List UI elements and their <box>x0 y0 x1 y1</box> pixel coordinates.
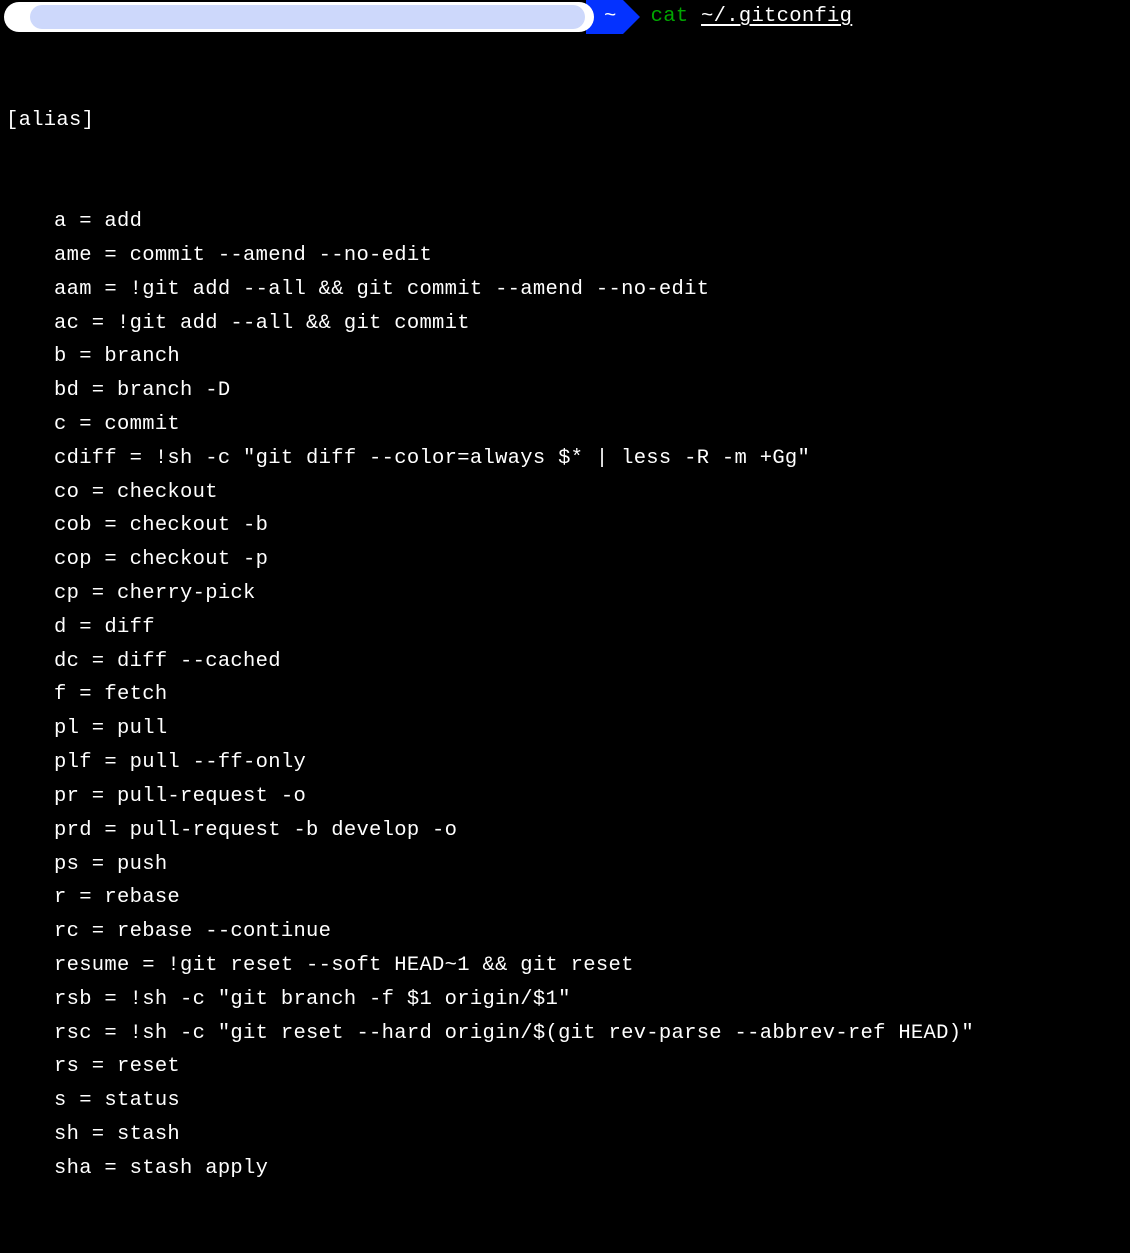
alias-line: cob = checkout -b <box>6 509 1130 543</box>
alias-line: bd = branch -D <box>6 374 1130 408</box>
alias-line: cdiff = !sh -c "git diff --color=always … <box>6 442 1130 476</box>
prompt-cwd: ~ <box>604 0 617 34</box>
alias-line: sh = stash <box>6 1118 1130 1152</box>
alias-line: pr = pull-request -o <box>6 780 1130 814</box>
alias-line: f = fetch <box>6 678 1130 712</box>
alias-line: resume = !git reset --soft HEAD~1 && git… <box>6 949 1130 983</box>
alias-line: cp = cherry-pick <box>6 577 1130 611</box>
alias-line: aam = !git add --all && git commit --ame… <box>6 273 1130 307</box>
alias-line: rs = reset <box>6 1050 1130 1084</box>
alias-line: rc = rebase --continue <box>6 915 1130 949</box>
command-argument: ~/.gitconfig <box>701 5 852 28</box>
terminal-window[interactable]: ~ cat ~/.gitconfig [alias] a = addame = … <box>0 0 1130 1253</box>
alias-line: d = diff <box>6 611 1130 645</box>
alias-line: co = checkout <box>6 476 1130 510</box>
alias-line: ps = push <box>6 848 1130 882</box>
alias-line: rsc = !sh -c "git reset --hard origin/$(… <box>6 1017 1130 1051</box>
alias-line: r = rebase <box>6 881 1130 915</box>
alias-line: cop = checkout -p <box>6 543 1130 577</box>
alias-line: prd = pull-request -b develop -o <box>6 814 1130 848</box>
command-entry[interactable]: cat ~/.gitconfig <box>651 0 853 34</box>
terminal-output[interactable]: [alias] a = addame = commit --amend --no… <box>0 34 1130 1253</box>
alias-line: dc = diff --cached <box>6 645 1130 679</box>
alias-list: a = addame = commit --amend --no-editaam… <box>6 205 1130 1186</box>
alias-line: pl = pull <box>6 712 1130 746</box>
alias-line: s = status <box>6 1084 1130 1118</box>
alias-line: b = branch <box>6 340 1130 374</box>
alias-line: ame = commit --amend --no-edit <box>6 239 1130 273</box>
alias-line: ac = !git add --all && git commit <box>6 307 1130 341</box>
command-name: cat <box>651 5 689 28</box>
prompt-line: ~ cat ~/.gitconfig <box>0 0 1130 34</box>
redacted-overlay <box>30 5 585 29</box>
alias-line: c = commit <box>6 408 1130 442</box>
alias-line: sha = stash apply <box>6 1152 1130 1186</box>
alias-line: rsb = !sh -c "git branch -f $1 origin/$1… <box>6 983 1130 1017</box>
config-section-header: [alias] <box>6 104 1130 138</box>
alias-line: a = add <box>6 205 1130 239</box>
alias-line: plf = pull --ff-only <box>6 746 1130 780</box>
